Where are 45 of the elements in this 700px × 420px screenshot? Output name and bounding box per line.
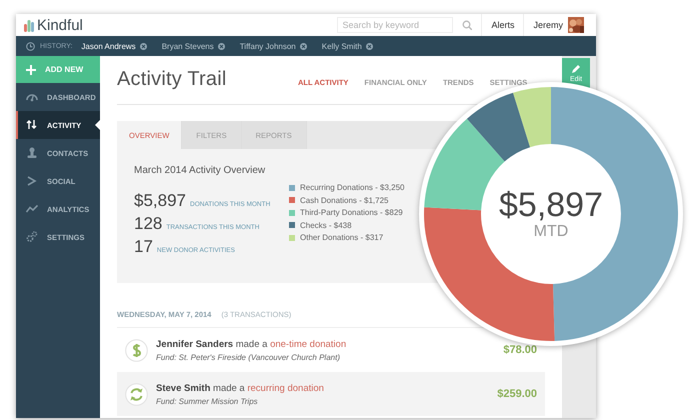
transaction-summary: Steve Smith made a recurring donation (156, 382, 325, 394)
dollar-icon (125, 338, 148, 362)
donut-total: $5,897 (499, 187, 603, 223)
fund-name: Fund: St. Peter's Fireside (Vancouver Church Plant) (156, 352, 341, 362)
stat-value: 17 (134, 237, 153, 257)
legend-label: Cash Donations - $1,725 (300, 196, 388, 204)
plus-icon (26, 64, 36, 74)
gauge-icon (26, 91, 38, 103)
transaction-summary: Jennifer Sanders made a one-time donation (156, 338, 348, 350)
close-icon[interactable] (366, 42, 373, 50)
up-down-arrows-icon (26, 119, 38, 131)
legend-label: Other Donations - $317 (300, 233, 384, 242)
chevron-icon (26, 175, 38, 187)
history-link[interactable]: Jason Andrews (81, 42, 136, 50)
donation-link[interactable]: one-time donation (270, 338, 346, 350)
overview-heading: March 2014 Activity Overview (134, 165, 266, 176)
fund-name: Fund: Summer Mission Trips (156, 396, 259, 406)
legend-label: Recurring Donations - $3,250 (300, 183, 405, 192)
gears-icon (26, 231, 38, 243)
donation-link[interactable]: recurring donation (247, 382, 324, 394)
history-link[interactable]: Kelly Smith (322, 42, 362, 50)
amount: $259.00 (497, 388, 537, 400)
clock-icon (26, 42, 35, 50)
line-chart-icon (26, 203, 38, 215)
add-new-button[interactable]: ADD NEW (16, 56, 100, 83)
donut-caption: MTD (534, 223, 568, 241)
amount: $78.00 (503, 344, 537, 356)
page-title: Activity Trail (117, 68, 228, 91)
pencil-icon (571, 64, 581, 74)
recurring-arrows-icon (125, 382, 148, 406)
close-icon[interactable] (300, 42, 307, 50)
search-field[interactable]: Search by keyword (337, 17, 454, 33)
legend-label: Checks - $438 (300, 220, 352, 230)
history-link[interactable]: Bryan Stevens (162, 42, 214, 50)
close-icon[interactable] (218, 42, 225, 50)
logo-icon (24, 18, 34, 32)
stat-value: $5,897 (134, 191, 186, 211)
history-link[interactable]: Tiffany Johnson (240, 42, 296, 50)
person-icon (26, 147, 38, 159)
user-name[interactable]: Jeremy (533, 20, 563, 30)
legend-label: Third-Party Donations - $829 (300, 208, 403, 217)
close-icon[interactable] (140, 42, 147, 50)
alerts-link[interactable]: Alerts (482, 20, 524, 30)
stat-value: 128 (134, 214, 162, 234)
brand-name: Kindful (37, 16, 83, 34)
